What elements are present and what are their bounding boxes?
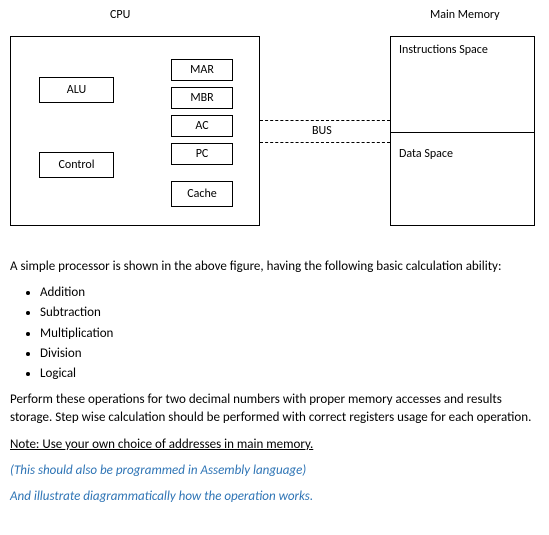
list-item: Logical bbox=[40, 365, 539, 383]
bus-line-bottom bbox=[260, 142, 390, 143]
hint-diagram: And illustrate diagrammatically how the … bbox=[10, 488, 539, 506]
bus-label: BUS bbox=[310, 124, 334, 138]
control-box: Control bbox=[39, 152, 114, 178]
cache-box: Cache bbox=[171, 181, 233, 207]
list-item: Addition bbox=[40, 284, 539, 302]
ac-box: AC bbox=[171, 115, 233, 137]
cpu-box: ALU Control MAR MBR AC PC Cache bbox=[10, 36, 260, 226]
instructions-space-label: Instructions Space bbox=[399, 43, 488, 57]
note-text: Note: Use your own choice of addresses i… bbox=[10, 437, 313, 452]
list-item: Multiplication bbox=[40, 325, 539, 343]
architecture-diagram: CPU Main Memory ALU Control MAR MBR AC P… bbox=[10, 8, 539, 228]
memory-divider bbox=[391, 132, 534, 133]
operations-list: Addition Subtraction Multiplication Divi… bbox=[40, 284, 539, 383]
data-space-label: Data Space bbox=[399, 147, 453, 161]
problem-text: A simple processor is shown in the above… bbox=[10, 258, 539, 506]
list-item: Division bbox=[40, 345, 539, 363]
memory-box: Instructions Space Data Space bbox=[390, 36, 535, 226]
list-item: Subtraction bbox=[40, 304, 539, 322]
bus-line-top bbox=[260, 120, 390, 121]
cpu-label: CPU bbox=[110, 8, 130, 22]
main-memory-label: Main Memory bbox=[430, 8, 500, 22]
mar-box: MAR bbox=[171, 59, 233, 81]
intro-paragraph: A simple processor is shown in the above… bbox=[10, 258, 539, 276]
hint-assembly: (This should also be programmed in Assem… bbox=[10, 462, 539, 480]
task-paragraph: Perform these operations for two decimal… bbox=[10, 391, 539, 427]
mbr-box: MBR bbox=[171, 87, 233, 109]
pc-box: PC bbox=[171, 143, 233, 165]
alu-box: ALU bbox=[39, 77, 114, 103]
note-line: Note: Use your own choice of addresses i… bbox=[10, 436, 539, 454]
